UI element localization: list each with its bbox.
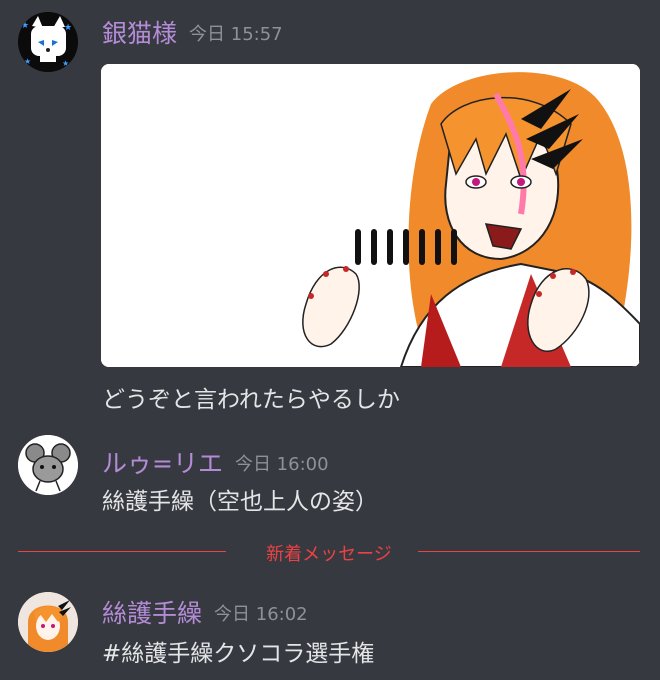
svg-text:★: ★ <box>21 21 29 31</box>
timestamp: 今日 15:57 <box>189 24 283 45</box>
timestamp: 今日 16:02 <box>214 604 308 625</box>
message-text: 絲護手繰（空也上人の姿） <box>102 489 378 515</box>
white-cat-icon: ★ ★ ★ ★ <box>18 12 78 72</box>
svg-text:★: ★ <box>24 57 31 66</box>
username[interactable]: ルゥ=リエ 今日 16:00 <box>102 444 329 480</box>
username[interactable]: 銀猫様 今日 15:57 <box>102 14 283 50</box>
message-text: #絲護手繰クソコラ選手権 <box>102 641 375 667</box>
gray-mouse-icon <box>18 435 78 495</box>
username-text[interactable]: 銀猫様 <box>102 19 177 48</box>
username-text[interactable]: ルゥ=リエ <box>102 449 223 478</box>
svg-text:★: ★ <box>62 59 69 68</box>
user-avatar[interactable]: ★ ★ ★ ★ <box>18 12 78 72</box>
new-messages-label: 新着メッセージ <box>266 544 392 565</box>
message-text: どうぞと言われたらやるしか <box>102 387 400 413</box>
user-avatar[interactable] <box>18 592 78 652</box>
image-attachment[interactable] <box>101 64 640 367</box>
timestamp: 今日 16:00 <box>234 454 329 475</box>
username-text[interactable]: 絲護手繰 <box>102 599 202 628</box>
orange-haired-character-icon <box>18 592 78 652</box>
svg-text:★: ★ <box>64 23 72 33</box>
username[interactable]: 絲護手繰 今日 16:02 <box>102 594 308 630</box>
new-messages-divider: 新着メッセージ <box>18 540 640 565</box>
anime-character-image <box>101 64 640 367</box>
user-avatar[interactable] <box>18 435 78 495</box>
